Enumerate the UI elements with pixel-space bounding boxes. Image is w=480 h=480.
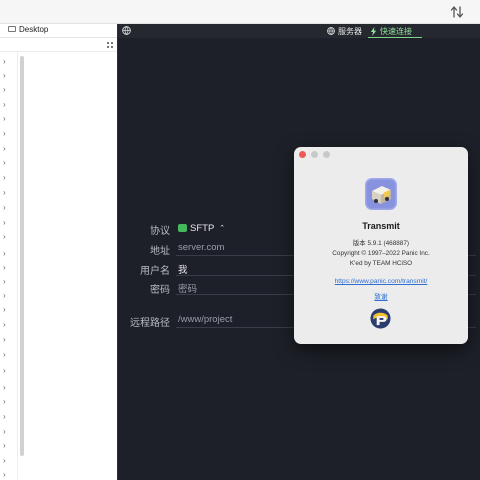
protocol-select[interactable]: SFTP ⌃ bbox=[178, 223, 225, 234]
disclosure-chevron-icon[interactable]: › bbox=[3, 233, 9, 241]
disclosure-chevron-icon[interactable]: › bbox=[3, 351, 9, 359]
disclosure-chevron-icon[interactable]: › bbox=[3, 428, 9, 436]
disclosure-chevron-icon[interactable]: › bbox=[3, 278, 9, 286]
acknowledgements-link[interactable]: 致谢 bbox=[294, 291, 468, 301]
address-label: 地址 bbox=[150, 246, 170, 257]
username-label: 用户名 bbox=[140, 266, 170, 277]
remote-path-input[interactable]: /www/project bbox=[178, 314, 232, 325]
disclosure-chevron-icon[interactable]: › bbox=[3, 306, 9, 314]
active-tab-indicator bbox=[368, 37, 422, 38]
close-button[interactable] bbox=[299, 151, 306, 158]
stepper-icon: ⌃ bbox=[219, 225, 226, 232]
transmit-app-icon bbox=[365, 178, 397, 210]
password-label: 密码 bbox=[150, 285, 170, 296]
address-input[interactable]: server.com bbox=[178, 242, 224, 253]
local-file-pane: Desktop › › › › › › › › › › › › › › › › › › › › › › › › › › › › › bbox=[0, 24, 118, 480]
panic-logo-icon[interactable] bbox=[370, 308, 391, 329]
top-toolbar bbox=[0, 0, 480, 24]
disclosure-chevron-icon[interactable]: › bbox=[3, 101, 9, 109]
about-dialog: Transmit 版本 5.9.1 (468887) Copyright © 1… bbox=[294, 147, 468, 344]
disclosure-chevron-icon[interactable]: › bbox=[3, 367, 9, 375]
local-folder-title[interactable]: Desktop bbox=[8, 25, 48, 34]
disclosure-chevron-icon[interactable]: › bbox=[3, 86, 9, 94]
remote-tab-bar: 服务器 快速连接 bbox=[118, 24, 480, 38]
disclosure-chevron-icon[interactable]: › bbox=[3, 72, 9, 80]
protocol-value: SFTP bbox=[190, 223, 215, 234]
disclosure-chevron-icon[interactable]: › bbox=[3, 413, 9, 421]
disclosure-chevron-icon[interactable]: › bbox=[3, 336, 9, 344]
local-path-bar[interactable]: Desktop bbox=[0, 24, 118, 38]
zoom-button bbox=[323, 151, 330, 158]
disclosure-chevron-icon[interactable]: › bbox=[3, 292, 9, 300]
remote-path-label: 远程路径 bbox=[130, 318, 170, 329]
password-input[interactable]: 密码 bbox=[178, 281, 197, 295]
disclosure-chevron-icon[interactable]: › bbox=[3, 219, 9, 227]
sftp-icon bbox=[178, 224, 187, 232]
bolt-icon bbox=[370, 26, 377, 36]
app-name: Transmit bbox=[362, 221, 400, 231]
disclosure-chevron-icon[interactable]: › bbox=[3, 398, 9, 406]
globe-icon[interactable] bbox=[122, 26, 131, 35]
sort-arrows-icon[interactable] bbox=[449, 4, 465, 20]
disclosure-chevron-icon[interactable]: › bbox=[3, 457, 9, 465]
folder-name: Desktop bbox=[19, 25, 49, 34]
disclosure-chevron-icon[interactable]: › bbox=[3, 130, 9, 138]
tab-servers-label: 服务器 bbox=[338, 26, 362, 36]
local-scrollbar[interactable] bbox=[19, 54, 25, 478]
tab-quick-connect[interactable]: 快速连接 bbox=[370, 25, 412, 37]
disclosure-chevron-icon[interactable]: › bbox=[3, 189, 9, 197]
minimize-button bbox=[311, 151, 318, 158]
disclosure-chevron-icon[interactable]: › bbox=[3, 204, 9, 212]
tab-quick-connect-label: 快速连接 bbox=[380, 26, 412, 36]
protocol-label: 协议 bbox=[150, 226, 170, 237]
disclosure-chevron-icon[interactable]: › bbox=[3, 145, 9, 153]
grid-view-icon[interactable] bbox=[107, 42, 113, 48]
globe-icon bbox=[327, 27, 335, 35]
disclosure-chevron-icon[interactable]: › bbox=[3, 321, 9, 329]
drive-icon bbox=[8, 26, 16, 32]
disclosure-chevron-icon[interactable]: › bbox=[3, 115, 9, 123]
disclosure-chevron-icon[interactable]: › bbox=[3, 250, 9, 258]
transmit-window: Desktop › › › › › › › › › › › › › › › › › › › › › › › › › › › › › 服务 bbox=[0, 0, 480, 480]
folder-tree-column: › › › › › › › › › › › › › › › › › › › › › › › › › › › › › bbox=[0, 52, 18, 480]
disclosure-chevron-icon[interactable]: › bbox=[3, 384, 9, 392]
disclosure-chevron-icon[interactable]: › bbox=[3, 159, 9, 167]
username-input[interactable]: 我 bbox=[178, 262, 188, 276]
disclosure-chevron-icon[interactable]: › bbox=[3, 442, 9, 450]
credit-text: K'ed by TEAM HCiSO bbox=[349, 260, 413, 267]
website-link[interactable]: https://www.panic.com/transmit/ bbox=[294, 278, 468, 285]
disclosure-chevron-icon[interactable]: › bbox=[3, 174, 9, 182]
version-text: 版本 5.9.1 (468887) bbox=[352, 240, 410, 247]
tab-servers[interactable]: 服务器 bbox=[327, 25, 362, 37]
copyright-text: Copyright © 1997–2022 Panic Inc. bbox=[332, 250, 430, 257]
disclosure-chevron-icon[interactable]: › bbox=[3, 264, 9, 272]
disclosure-chevron-icon[interactable]: › bbox=[3, 58, 9, 66]
disclosure-chevron-icon[interactable]: › bbox=[3, 471, 9, 479]
local-pane-toolbar bbox=[0, 38, 118, 52]
local-scrollbar-thumb[interactable] bbox=[20, 56, 24, 456]
